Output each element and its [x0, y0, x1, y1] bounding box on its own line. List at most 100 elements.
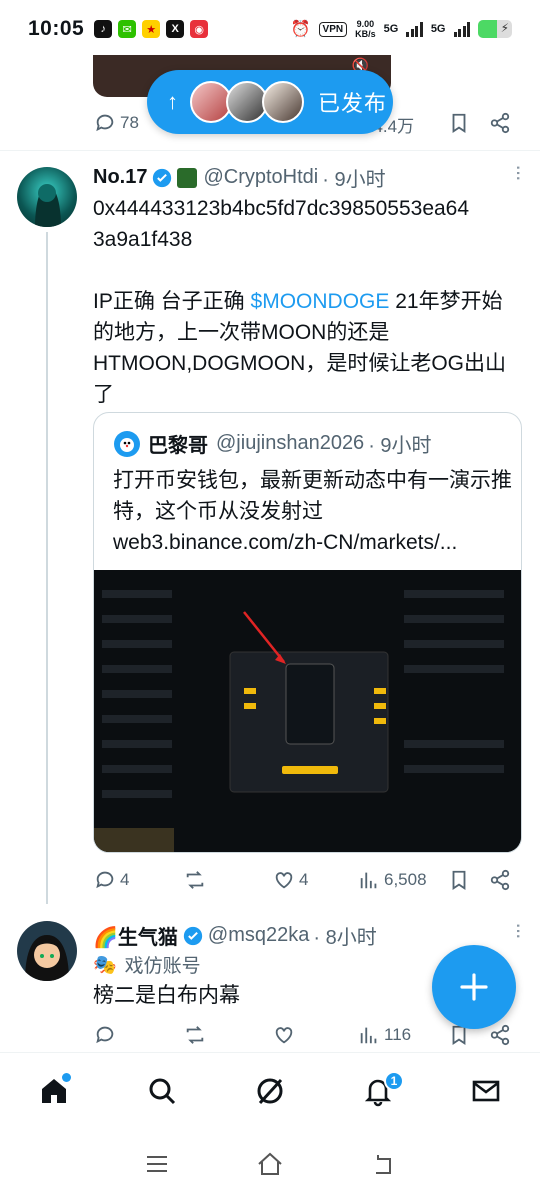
share-button[interactable] — [489, 112, 511, 134]
status-app-icons: ♪ ✉ ★ X ◉ — [94, 20, 209, 38]
signal-icon — [406, 21, 423, 37]
quote-link[interactable]: web3.binance.com/zh-CN/markets/... — [113, 527, 513, 558]
heart-icon — [275, 872, 293, 889]
home-nav-icon[interactable] — [255, 1149, 285, 1179]
reply-button[interactable]: 78 — [94, 112, 139, 134]
quote-text: 打开币安钱包，最新更新动态中有一演示推特，这个币从没发射过 web3.binan… — [113, 465, 513, 558]
tweet-paragraph: IP正确 台子正确 $MOONDOGE 21年梦开始的地方，上一次带MOON的还… — [93, 286, 523, 410]
nav-messages[interactable] — [432, 1053, 540, 1128]
share-icon — [490, 112, 510, 134]
bookmark-button[interactable] — [448, 869, 470, 891]
wechat-icon: ✉ — [118, 20, 137, 38]
timestamp[interactable]: · 9小时 — [322, 163, 385, 192]
nav-notifications[interactable]: 1 — [324, 1053, 432, 1128]
like-button[interactable] — [273, 1024, 295, 1046]
back-icon[interactable] — [368, 1149, 398, 1179]
share-button[interactable] — [489, 1024, 511, 1046]
x-app-icon: X — [166, 20, 185, 38]
signal-icon-2 — [453, 21, 470, 37]
share-button[interactable] — [489, 869, 511, 891]
retweet-button[interactable] — [184, 1024, 206, 1046]
affiliate-badge-icon — [177, 167, 198, 188]
menu-icon[interactable] — [142, 1149, 172, 1179]
quoted-tweet[interactable]: 巴黎哥 @jiujinshan2026 · 9小时 打开币安钱包，最新更新动态中… — [93, 412, 522, 853]
media-image — [94, 570, 521, 852]
views-count: 116 — [384, 1025, 412, 1044]
tweet-text: 榜二是白布内幕 — [93, 984, 240, 1007]
grok-icon — [257, 1078, 283, 1104]
divider — [0, 150, 540, 151]
status-bar: 10:05 ♪ ✉ ★ X ◉ ⏰ VPN 9.00 KB/s 5G 5G ⚡ — [0, 0, 540, 58]
reply-icon — [96, 1026, 114, 1044]
speed-unit: KB/s — [355, 29, 376, 39]
views-icon — [360, 1027, 377, 1044]
arrow-up-icon: ↑ — [167, 89, 178, 114]
views-button[interactable]: 6,508 — [358, 869, 427, 891]
display-name[interactable]: No.17 — [93, 166, 147, 189]
notification-badge: 1 — [384, 1071, 404, 1091]
avatar[interactable] — [17, 921, 77, 981]
verified-icon — [153, 168, 172, 187]
thread-line — [46, 232, 48, 904]
mail-icon — [472, 1080, 500, 1101]
parody-label-text: 戏仿账号 — [124, 956, 201, 977]
tiktok-icon: ♪ — [94, 20, 113, 38]
handle[interactable]: @CryptoHtdi — [203, 166, 318, 189]
reply-button[interactable] — [94, 1024, 116, 1046]
status-right: ⏰ VPN 9.00 KB/s 5G 5G ⚡ — [291, 19, 512, 39]
handle[interactable]: @msq22ka — [208, 924, 309, 947]
speed-value: 9.00 — [356, 19, 375, 29]
status-time: 10:05 — [28, 17, 85, 40]
more-options-icon[interactable]: ··· — [506, 164, 532, 180]
parody-label: 🎭 戏仿账号 — [93, 951, 201, 978]
retweet-icon — [186, 871, 204, 889]
display-name[interactable]: 🌈生气猫 — [93, 921, 178, 950]
plus-icon — [460, 973, 488, 1001]
net-speed: 9.00 KB/s — [355, 19, 376, 39]
reply-icon — [96, 114, 114, 132]
nav-home[interactable] — [0, 1053, 108, 1128]
retweet-icon — [186, 1026, 204, 1044]
bookmark-icon — [452, 870, 466, 890]
net-type-1: 5G — [383, 23, 399, 35]
timestamp[interactable]: · 8小时 — [313, 921, 376, 950]
verified-icon — [183, 926, 203, 945]
bookmark-button[interactable] — [448, 112, 470, 134]
nav-grok[interactable] — [216, 1053, 324, 1128]
more-options-icon[interactable]: ··· — [506, 922, 532, 938]
tweet-text-line: 3a9a1f438 — [93, 228, 193, 251]
new-posts-dot — [62, 1073, 71, 1082]
like-count: 4 — [299, 870, 309, 889]
reply-button[interactable]: 4 — [94, 869, 129, 891]
views-button[interactable]: 116 — [358, 1024, 411, 1046]
tweet-text-line: 0x444433123b4bc5fd7dc39850553ea64 — [93, 197, 470, 220]
system-nav — [0, 1128, 540, 1200]
share-icon — [490, 1024, 510, 1046]
netease-icon: ◉ — [190, 20, 209, 38]
quote-display-name: 巴黎哥 — [148, 435, 208, 457]
compose-button[interactable] — [432, 945, 516, 1029]
quote-timestamp: · 9小时 — [368, 435, 432, 457]
search-icon — [149, 1078, 176, 1104]
quote-handle: @jiujinshan2026 — [216, 432, 365, 454]
nav-search[interactable] — [108, 1053, 216, 1128]
avatar — [114, 430, 140, 457]
like-button[interactable]: 4 — [273, 869, 308, 891]
avatar[interactable] — [17, 167, 77, 227]
tweet-header: No.17 @CryptoHtdi · 9小时 — [93, 163, 386, 192]
bookmark-icon — [452, 113, 466, 133]
views-icon — [360, 872, 377, 889]
retweet-button[interactable] — [184, 869, 206, 891]
published-label: 已发布 — [318, 91, 388, 116]
avatar — [262, 81, 304, 123]
bottom-nav: 1 — [0, 1052, 540, 1128]
reply-icon — [96, 871, 114, 889]
vpn-badge: VPN — [318, 21, 348, 37]
cashtag-link[interactable]: $MOONDOGE — [251, 290, 390, 313]
quote-media-screenshot[interactable] — [94, 570, 521, 852]
published-toast[interactable]: ↑ 已发布 — [147, 70, 393, 134]
text-segment: IP正确 台子正确 — [93, 290, 251, 313]
share-icon — [490, 869, 510, 891]
quote-header: 巴黎哥 @jiujinshan2026 · 9小时 — [114, 429, 432, 458]
alarm-icon: ⏰ — [290, 21, 311, 38]
